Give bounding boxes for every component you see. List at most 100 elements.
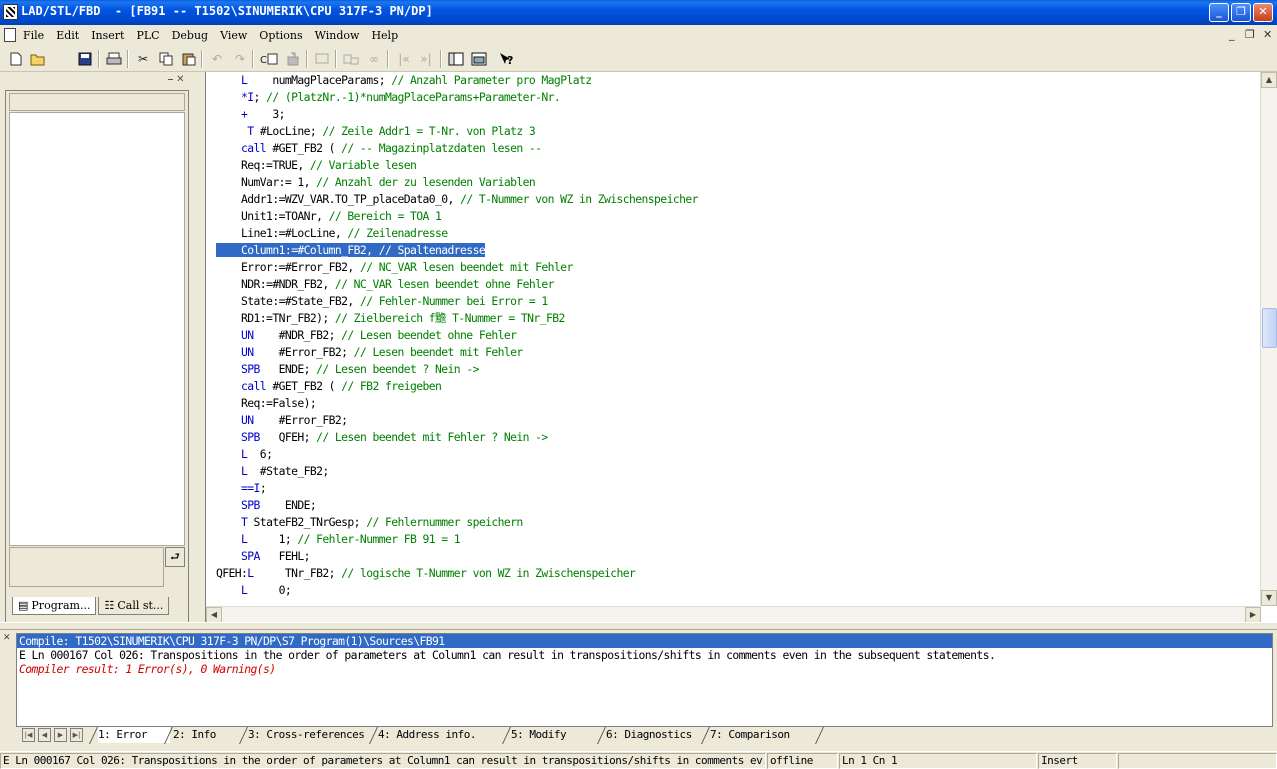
code-line[interactable]: *I; // (PlatzNr.-1)*numMagPlaceParams+Pa… [216,89,1256,106]
code-editor[interactable]: L numMagPlaceParams; // Anzahl Parameter… [205,72,1277,623]
compile-icon[interactable]: C [259,50,279,68]
horizontal-scrollbar[interactable]: ◀ ▶ [206,606,1261,623]
code-line[interactable]: NumVar:= 1, // Anzahl der zu lesenden Va… [216,174,1256,191]
panel-controls[interactable]: ⎯ ✕ [168,74,185,85]
redo-icon[interactable]: ↷ [230,50,250,68]
code-line[interactable]: L #State_FB2; [216,463,1256,480]
code-line[interactable]: RD1:=TNr_FB2); // Zielbereich f黵 T-Numme… [216,310,1256,327]
step-icon[interactable]: ∞ [364,50,384,68]
code-line[interactable]: Req:=False); [216,395,1256,412]
new-icon[interactable] [6,50,26,68]
print-icon[interactable] [104,50,124,68]
tab-first-icon[interactable]: |◀ [22,728,35,742]
minimize-button[interactable]: _ [1209,3,1229,22]
tab-next-icon[interactable]: ▶ [54,728,67,742]
code-line[interactable]: UN #NDR_FB2; // Lesen beendet ohne Fehle… [216,327,1256,344]
code-line[interactable]: L 6; [216,446,1256,463]
menu-debug[interactable]: Debug [172,29,209,42]
code-line[interactable]: Addr1:=WZV_VAR.TO_TP_placeData0_0, // T-… [216,191,1256,208]
menu-insert[interactable]: Insert [91,29,124,42]
code-line[interactable]: T #LocLine; // Zeile Addr1 = T-Nr. von P… [216,123,1256,140]
code-line[interactable]: SPB ENDE; [216,497,1256,514]
mdi-minimize-button[interactable]: _ [1229,28,1235,41]
code-line[interactable]: L numMagPlaceParams; // Anzahl Parameter… [216,72,1256,89]
code-line[interactable]: T StateFB2_TNrGesp; // Fehlernummer spei… [216,514,1256,531]
code-line[interactable]: L 0; [216,582,1256,599]
restore-button[interactable]: ❐ [1231,3,1251,22]
code-line[interactable]: call #GET_FB2 ( // FB2 freigeben [216,378,1256,395]
output-tab[interactable]: 3: Cross-references [248,727,372,743]
download-icon[interactable] [283,50,303,68]
code-comment: // Zeilenadresse [347,226,448,240]
code-line[interactable]: Unit1:=TOANr, // Bereich = TOA 1 [216,208,1256,225]
app-icon[interactable] [3,4,18,20]
prev-error-icon[interactable]: |« [394,50,414,68]
scroll-thumb[interactable] [1262,308,1277,348]
menu-options[interactable]: Options [259,29,302,42]
code-text: Addr1:=WZV_VAR.TO_TP_placeData0_0, [216,192,461,206]
scroll-down-icon[interactable]: ▼ [1261,590,1277,606]
breakpoint-icon[interactable] [341,50,361,68]
output-tab[interactable]: 4: Address info. [378,727,504,743]
overview-icon[interactable] [446,50,466,68]
output-messages[interactable]: Compile: T1502\SINUMERIK\CPU 317F-3 PN/D… [16,633,1273,727]
tab-prev-icon[interactable]: ◀ [38,728,51,742]
code-area[interactable]: L numMagPlaceParams; // Anzahl Parameter… [216,72,1256,599]
menu-window[interactable]: Window [315,29,360,42]
undo-icon[interactable]: ↶ [207,50,227,68]
code-line[interactable]: SPB QFEH; // Lesen beendet mit Fehler ? … [216,429,1256,446]
code-line[interactable]: Line1:=#LocLine, // Zeilenadresse [216,225,1256,242]
code-line[interactable]: UN #Error_FB2; [216,412,1256,429]
monitor-icon[interactable] [312,50,332,68]
menu-file[interactable]: File [23,29,44,42]
code-line[interactable]: SPB ENDE; // Lesen beendet ? Nein -> [216,361,1256,378]
output-tab[interactable]: 7: Comparison [710,727,814,743]
save-icon[interactable] [75,50,95,68]
code-line[interactable]: ==I; [216,480,1256,497]
open-icon[interactable] [28,50,48,68]
output-tab[interactable]: 5: Modify [511,727,599,743]
output-tab[interactable]: 6: Diagnostics [606,727,703,743]
output-line[interactable]: Compiler result: 1 Error(s), 0 Warning(s… [17,662,1272,676]
scroll-left-icon[interactable]: ◀ [206,607,222,623]
code-line[interactable]: Column1:=#Column_FB2, // Spaltenadresse [216,242,1256,259]
code-line[interactable]: UN #Error_FB2; // Lesen beendet mit Fehl… [216,344,1256,361]
menu-plc[interactable]: PLC [136,29,159,42]
program-elements-list[interactable] [9,112,185,546]
close-button[interactable]: ✕ [1253,3,1273,22]
insert-element-button[interactable]: ⮐ [165,547,185,567]
code-line[interactable]: Error:=#Error_FB2, // NC_VAR lesen beend… [216,259,1256,276]
menu-view[interactable]: View [220,29,247,42]
code-line[interactable]: QFEH:L TNr_FB2; // logische T-Nummer von… [216,565,1256,582]
paste-icon[interactable] [179,50,199,68]
details-icon[interactable] [469,50,489,68]
output-line[interactable]: Compile: T1502\SINUMERIK\CPU 317F-3 PN/D… [17,634,1272,648]
output-tab[interactable]: 1: Error [98,727,170,743]
document-icon[interactable] [4,28,16,42]
scroll-right-icon[interactable]: ▶ [1245,607,1261,623]
code-line[interactable]: L 1; // Fehler-Nummer FB 91 = 1 [216,531,1256,548]
output-close-icon[interactable]: ✕ [3,633,11,643]
help-context-icon[interactable]: ? [497,50,517,68]
tab-call-structure[interactable]: ☷ Call st... [98,597,170,615]
cut-icon[interactable]: ✂ [133,50,153,68]
next-error-icon[interactable]: »| [416,50,436,68]
code-line[interactable]: + 3; [216,106,1256,123]
copy-icon[interactable] [156,50,176,68]
tab-last-icon[interactable]: ▶| [70,728,83,742]
code-line[interactable]: NDR:=#NDR_FB2, // NC_VAR lesen beendet o… [216,276,1256,293]
mdi-restore-button[interactable]: ❐ [1245,28,1255,41]
output-line[interactable]: E Ln 000167 Col 026: Transpositions in t… [17,648,1272,662]
vertical-scrollbar[interactable]: ▲ ▼ [1260,72,1277,606]
tab-program-elements[interactable]: ▤ Program... [12,597,97,615]
scroll-up-icon[interactable]: ▲ [1261,72,1277,88]
code-line[interactable]: SPA FEHL; [216,548,1256,565]
menu-help[interactable]: Help [371,29,398,42]
output-tab[interactable]: 2: Info [173,727,241,743]
code-line[interactable]: State:=#State_FB2, // Fehler-Nummer bei … [216,293,1256,310]
menu-edit[interactable]: Edit [56,29,79,42]
mdi-close-button[interactable]: ✕ [1263,28,1272,41]
pane-splitter[interactable] [0,622,1277,630]
code-line[interactable]: Req:=TRUE, // Variable lesen [216,157,1256,174]
code-line[interactable]: call #GET_FB2 ( // -- Magazinplatzdaten … [216,140,1256,157]
